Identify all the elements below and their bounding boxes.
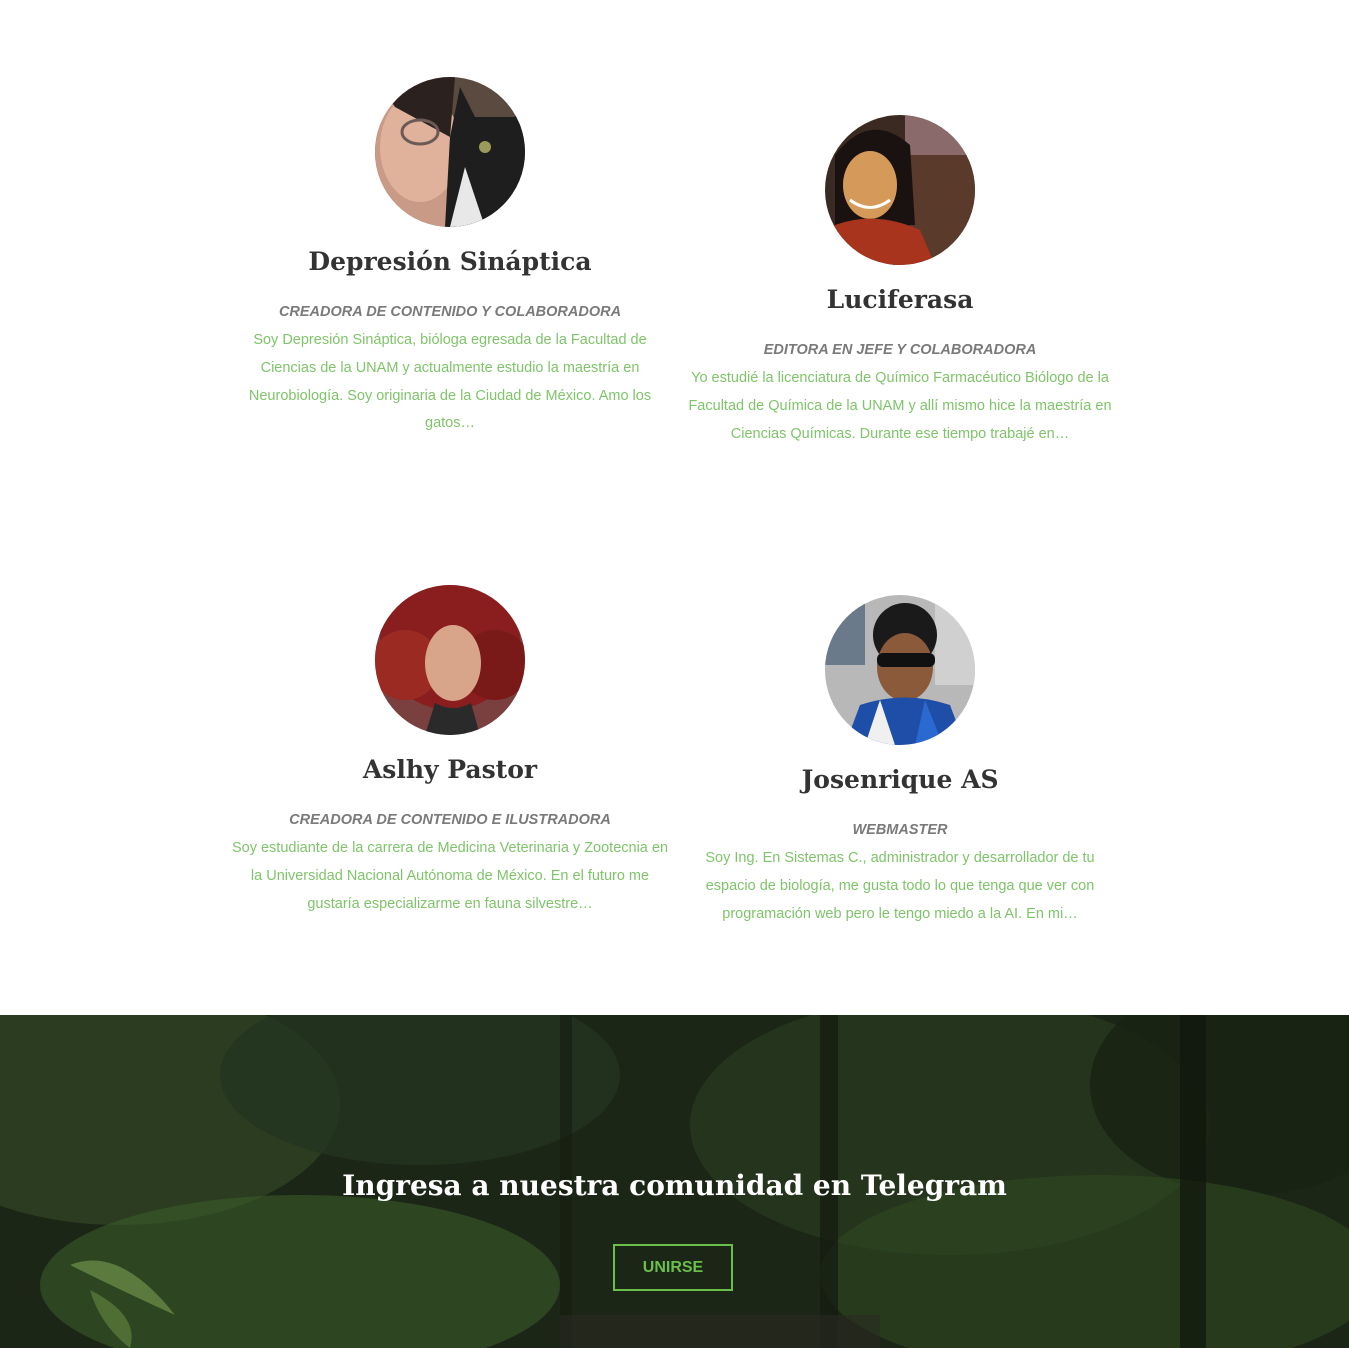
- team-member-card: Luciferasa EDITORA EN JEFE Y COLABORADOR…: [680, 115, 1120, 448]
- avatar-photo-woman-with-cat: [375, 77, 525, 227]
- member-bio: Soy Depresión Sináptica, bióloga egresad…: [248, 332, 652, 432]
- member-name: Depresión Sináptica: [308, 247, 592, 276]
- avatar-photo-curly-hair-woman: [375, 585, 525, 735]
- page: Depresión Sináptica CREADORA DE CONTENID…: [0, 0, 1349, 1348]
- member-name: Josenrique AS: [801, 765, 999, 794]
- member-bio: Yo estudié la licenciatura de Químico Fa…: [688, 370, 1112, 442]
- team-member-card: Aslhy Pastor CREADORA DE CONTENIDO E ILU…: [230, 585, 670, 918]
- avatar-photo-man-with-sunglasses: [825, 595, 975, 745]
- cta-title: Ingresa a nuestra comunidad en Telegram: [342, 1169, 1007, 1202]
- member-role: EDITORA EN JEFE Y COLABORADORA: [763, 342, 1037, 358]
- avatar: [375, 585, 525, 735]
- avatar: [375, 77, 525, 227]
- avatar: [825, 595, 975, 745]
- member-role: WEBMASTER: [852, 822, 948, 838]
- team-member-card: Depresión Sináptica CREADORA DE CONTENID…: [230, 77, 670, 438]
- avatar: [825, 115, 975, 265]
- member-role: CREADORA DE CONTENIDO Y COLABORADORA: [278, 304, 622, 320]
- member-bio: Soy Ing. En Sistemas C., administrador y…: [705, 850, 1095, 922]
- team-member-card: Josenrique AS WEBMASTER Soy Ing. En Sist…: [680, 595, 1120, 928]
- member-bio: Soy estudiante de la carrera de Medicina…: [231, 840, 669, 912]
- telegram-cta-section: Ingresa a nuestra comunidad en Telegram …: [0, 1015, 1349, 1348]
- member-role: CREADORA DE CONTENIDO E ILUSTRADORA: [289, 812, 611, 828]
- member-name: Aslhy Pastor: [362, 755, 538, 784]
- member-name: Luciferasa: [826, 285, 974, 314]
- avatar-photo-smiling-woman: [825, 115, 975, 265]
- join-button[interactable]: UNIRSE: [613, 1244, 733, 1291]
